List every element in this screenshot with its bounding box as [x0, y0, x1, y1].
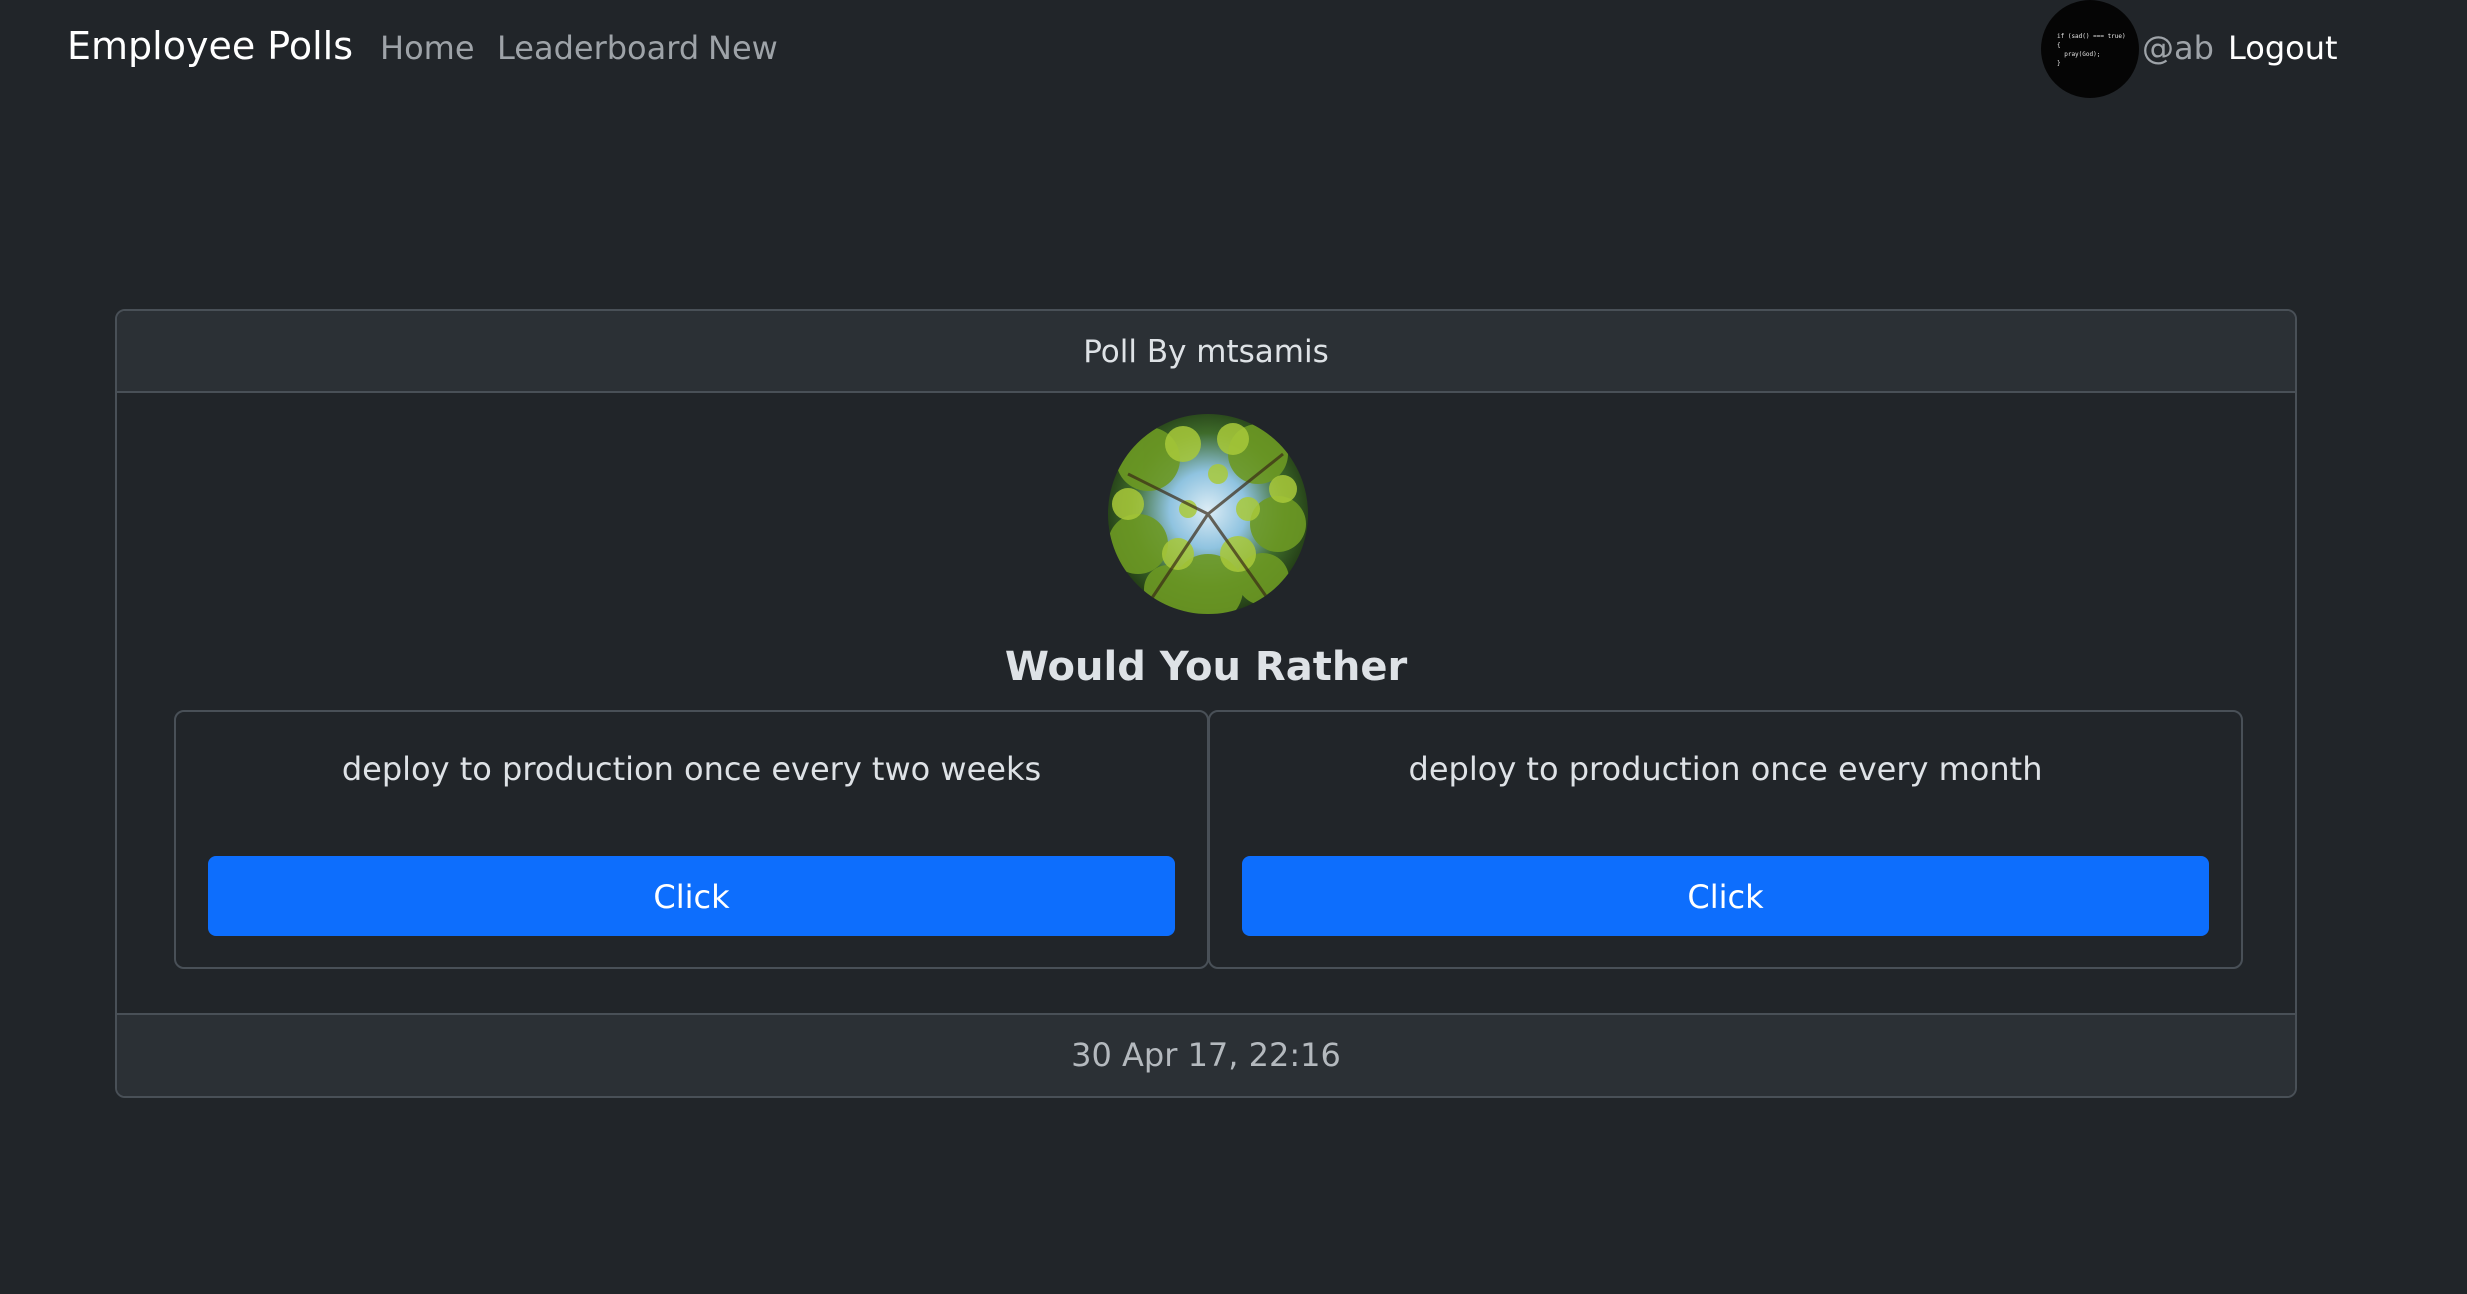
option-one-text: deploy to production once every two week… [341, 750, 1042, 788]
poll-option-one: deploy to production once every two week… [174, 710, 1209, 969]
tree-canopy-image [1108, 414, 1308, 614]
logout-button[interactable]: Logout [2228, 29, 2338, 67]
option-two-text: deploy to production once every month [1408, 750, 2043, 788]
poll-card: Poll By mtsamis Would You Rather deploy … [115, 309, 2297, 1098]
poll-author-avatar [1108, 414, 1308, 614]
user-avatar: if (sad() === true) { pray(God); } [2041, 0, 2139, 98]
brand-logo[interactable]: Employee Polls [67, 24, 353, 68]
navbar: Employee Polls Home Leaderboard New if (… [0, 0, 2467, 98]
poll-title: Would You Rather [1004, 644, 1408, 690]
vote-option-one-button[interactable]: Click [208, 856, 1175, 936]
vote-option-two-button[interactable]: Click [1242, 856, 2209, 936]
poll-option-two: deploy to production once every month Cl… [1208, 710, 2243, 969]
poll-card-header: Poll By mtsamis [117, 311, 2295, 393]
nav-link-new[interactable]: New [708, 29, 778, 67]
nav-link-leaderboard[interactable]: Leaderboard [497, 29, 699, 67]
nav-link-home[interactable]: Home [380, 29, 475, 67]
user-avatar-code: if (sad() === true) { pray(God); } [2057, 33, 2126, 67]
user-handle: @ab [2142, 29, 2214, 67]
poll-timestamp: 30 Apr 17, 22:16 [117, 1013, 2295, 1096]
